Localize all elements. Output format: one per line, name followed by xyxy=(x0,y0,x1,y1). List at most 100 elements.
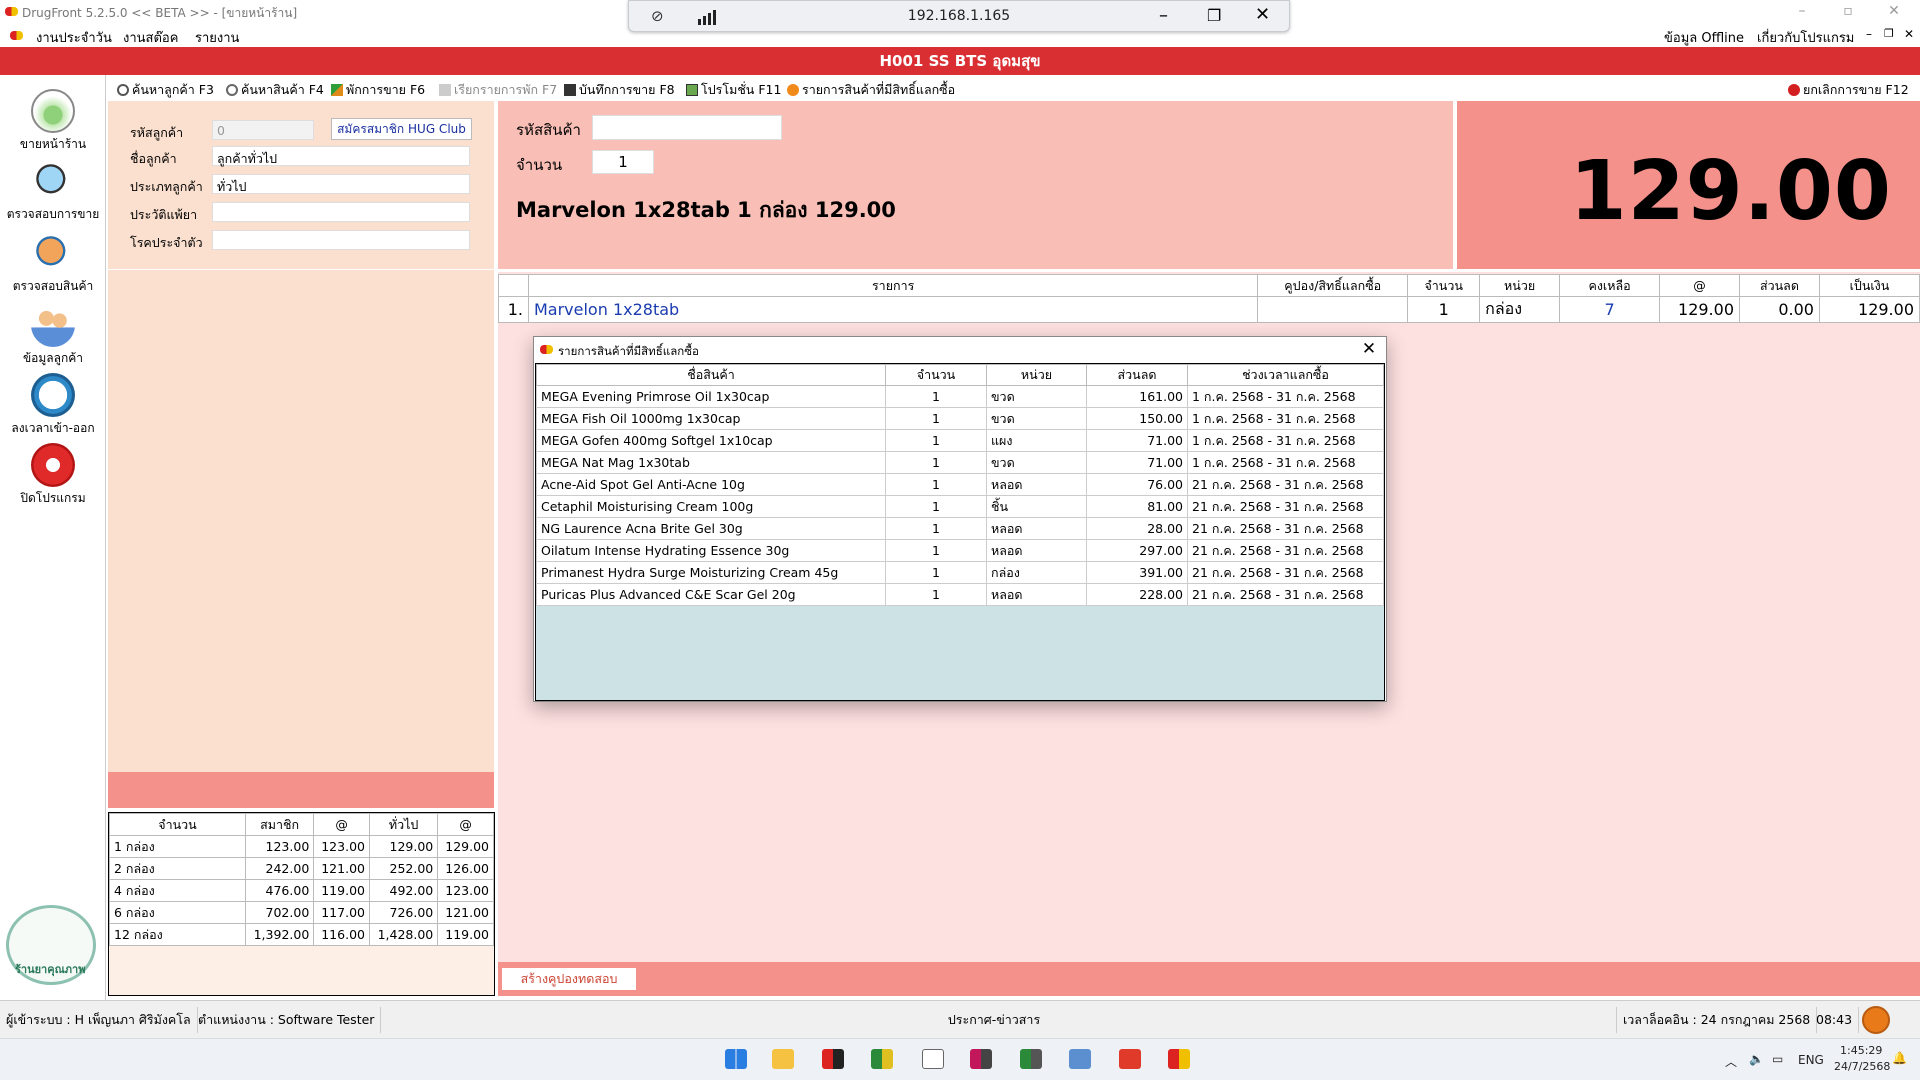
file-explorer-icon[interactable] xyxy=(772,1049,794,1069)
start-icon[interactable] xyxy=(725,1049,747,1069)
price-tier-table: จำนวน สมาชิก @ ทั่วไป @ 1 กล่อง 123.00 123… xyxy=(108,812,495,996)
redeemable-items-dialog: รายการสินค้าที่มีสิทธิ์แลกซื้อ ✕ ชื่อสิน… xyxy=(533,336,1387,702)
sale-col-amount: เป็นเงิน xyxy=(1818,274,1920,297)
table-row[interactable]: 6 กล่อง 702.00 117.00 726.00 121.00 xyxy=(109,901,494,924)
sidebar-item-exit[interactable]: ปิดโปรแกรม xyxy=(0,443,106,508)
customer-type-field[interactable]: ทั่วไป xyxy=(212,174,470,194)
save-icon xyxy=(564,84,576,96)
promotion-button[interactable]: โปรโมชั่น F11 xyxy=(686,80,781,100)
table-row[interactable]: MEGA Evening Primrose Oil 1x30cap 1 ขวด 161… xyxy=(536,385,1384,408)
chronic-disease-field[interactable] xyxy=(212,230,470,250)
customer-name-field[interactable]: ลูกค้าทั่วไป xyxy=(212,146,470,166)
menu-about[interactable]: เกี่ยวกับโปรแกรม xyxy=(1757,27,1854,48)
app-shortcut-icon[interactable] xyxy=(822,1049,844,1069)
sidebar-item-pos[interactable]: ขายหน้าร้าน xyxy=(0,89,106,154)
window-close-button[interactable]: ✕ xyxy=(1872,0,1916,24)
table-row[interactable]: 1. Marvelon 1x28tab 1 กล่อง 7 129.00 0.0… xyxy=(498,296,1920,323)
app-shortcut-icon[interactable] xyxy=(1020,1049,1042,1069)
sale-col-remaining: คงเหลือ xyxy=(1559,274,1661,297)
redeem-col-unit: หน่วย xyxy=(986,364,1087,386)
save-sale-button[interactable]: บันทึกการขาย F8 xyxy=(564,80,675,100)
status-user: ผู้เข้าระบบ : H เพ็ญนภา ศิริมังคโล xyxy=(0,1007,198,1033)
recall-icon xyxy=(439,84,451,96)
app-shortcut-icon[interactable] xyxy=(970,1049,992,1069)
redeem-col-period: ช่วงเวลาแลกซื้อ xyxy=(1187,364,1384,386)
quantity-input[interactable]: 1 xyxy=(592,150,654,174)
table-row[interactable]: Primanest Hydra Surge Moisturizing Cream… xyxy=(536,561,1384,584)
dialog-close-button[interactable]: ✕ xyxy=(1358,338,1380,360)
table-row[interactable]: MEGA Fish Oil 1000mg 1x30cap 1 ขวด 150.00 1 … xyxy=(536,407,1384,430)
table-row[interactable]: 2 กล่อง 242.00 121.00 252.00 126.00 xyxy=(109,857,494,880)
table-row[interactable]: NG Laurence Acna Brite Gel 30g 1 หลอด 28.00… xyxy=(536,517,1384,540)
menu-offline-data[interactable]: ข้อมูล Offline xyxy=(1664,27,1744,48)
customers-icon xyxy=(31,303,75,347)
remote-desktop-icon[interactable] xyxy=(1119,1049,1141,1069)
customer-code-label: รหัสลูกค้า xyxy=(130,125,184,140)
menu-app-icon xyxy=(10,31,23,40)
table-row[interactable]: 12 กล่อง 1,392.00 116.00 1,428.00 119.00 xyxy=(109,923,494,946)
language-indicator[interactable]: ENG xyxy=(1798,1053,1824,1067)
mdi-restore-button[interactable]: ❐ xyxy=(1884,27,1894,40)
tax-icon[interactable] xyxy=(1862,1006,1890,1034)
table-row[interactable]: Puricas Plus Advanced C&E Scar Gel 20g 1 ห… xyxy=(536,583,1384,606)
volume-icon[interactable]: 🔈 xyxy=(1749,1052,1764,1066)
table-row[interactable]: Oilatum Intense Hydrating Essence 30g 1 หล… xyxy=(536,539,1384,562)
menu-stock[interactable]: งานสต๊อค xyxy=(123,27,178,48)
drug-allergy-label: ประวัติแพ้ยา xyxy=(130,207,198,222)
mdi-close-button[interactable]: ✕ xyxy=(1904,27,1914,41)
cancel-icon xyxy=(1788,84,1800,96)
taskbar-time[interactable]: 1:45:29 xyxy=(1840,1044,1882,1057)
brand-logo-text: ร้านยาคุณภาพ xyxy=(15,963,86,976)
table-row[interactable]: MEGA Nat Mag 1x30tab 1 ขวด 71.00 1 ก.ค. 2568… xyxy=(536,451,1384,474)
recall-held-button[interactable]: เรียกรายการพัก F7 xyxy=(439,80,557,100)
sidebar-item-time-clock[interactable]: ลงเวลาเข้า-ออก xyxy=(0,373,106,438)
register-member-button[interactable]: สมัครสมาชิก HUG Club xyxy=(331,118,472,140)
tray-chevron-icon[interactable]: ︿ xyxy=(1725,1053,1737,1070)
table-row[interactable]: 1 กล่อง 123.00 123.00 129.00 129.00 xyxy=(109,835,494,858)
table-row[interactable]: Acne-Aid Spot Gel Anti-Acne 10g 1 หลอด 76.0… xyxy=(536,473,1384,496)
price-col-general: ทั่วไป xyxy=(368,813,439,836)
create-test-coupon-button[interactable]: สร้างคูปองทดสอบ xyxy=(502,968,636,990)
redeemable-items-button[interactable]: รายการสินค้าที่มีสิทธิ์แลกซื้อ xyxy=(787,80,955,100)
drug-allergy-field[interactable] xyxy=(212,202,470,222)
notification-bell-icon[interactable]: 🔔 xyxy=(1892,1051,1907,1065)
customer-code-field[interactable]: 0 xyxy=(212,120,314,140)
sidebar-item-customers[interactable]: ข้อมูลลูกค้า xyxy=(0,303,106,368)
remote-restore-button[interactable]: ❐ xyxy=(1207,6,1221,25)
price-col-member-each: @ xyxy=(313,813,370,836)
hold-sale-button[interactable]: พักการขาย F6 xyxy=(331,80,425,100)
remote-close-button[interactable]: ✕ xyxy=(1255,4,1270,25)
menu-report[interactable]: รายงาน xyxy=(195,27,239,48)
dialog-app-icon xyxy=(540,345,553,354)
taskbar-date[interactable]: 24/7/2568 xyxy=(1834,1060,1890,1073)
current-product-line: Marvelon 1x28tab 1 กล่อง 129.00 xyxy=(516,198,896,222)
status-bar: ผู้เข้าระบบ : H เพ็ญนภา ศิริมังคโล ตำแหน… xyxy=(0,1000,1920,1038)
remote-ip-address: 192.168.1.165 xyxy=(907,8,1011,24)
window-restore-button[interactable]: ▫ xyxy=(1826,0,1870,24)
mdi-minimize-button[interactable]: – xyxy=(1866,27,1872,41)
sale-col-unit: หน่วย xyxy=(1479,274,1561,297)
document-icon[interactable] xyxy=(922,1049,944,1069)
network-icon[interactable]: ▭ xyxy=(1772,1052,1783,1066)
menu-daily-work[interactable]: งานประจำวัน xyxy=(36,27,112,48)
performance-monitor-icon[interactable] xyxy=(1069,1049,1091,1069)
toolbar: ค้นหาลูกค้า F3 ค้นหาสินค้า F4 พักการขาย … xyxy=(107,77,1920,99)
table-row[interactable]: Cetaphil Moisturising Cream 100g 1 ชิ้น 81.… xyxy=(536,495,1384,518)
table-row[interactable]: 4 กล่อง 476.00 119.00 492.00 123.00 xyxy=(109,879,494,902)
remote-connection-bar: ⊘ 192.168.1.165 – ❐ ✕ xyxy=(628,0,1290,32)
app-shortcut-icon[interactable] xyxy=(871,1049,893,1069)
product-code-input[interactable] xyxy=(592,115,782,140)
find-customer-button[interactable]: ค้นหาลูกค้า F3 xyxy=(117,80,214,100)
sidebar-item-product-check[interactable]: ตรวจสอบสินค้า xyxy=(0,231,106,296)
product-code-label: รหัสสินค้า xyxy=(516,121,581,139)
window-title: DrugFront 5.2.5.0 << BETA >> - [ขายหน้าร… xyxy=(22,6,298,20)
window-minimize-button[interactable]: – xyxy=(1780,0,1824,24)
sidebar-item-sales-check[interactable]: ตรวจสอบการขาย xyxy=(0,159,106,224)
cancel-sale-button[interactable]: ยกเลิกการขาย F12 xyxy=(1788,80,1909,100)
find-product-button[interactable]: ค้นหาสินค้า F4 xyxy=(226,80,324,100)
table-row[interactable]: MEGA Gofen 400mg Softgel 1x10cap 1 แผง 71.0… xyxy=(536,429,1384,452)
product-entry-panel: รหัสสินค้า จำนวน 1 Marvelon 1x28tab 1 กล… xyxy=(498,101,1453,269)
remote-minimize-button[interactable]: – xyxy=(1159,5,1168,26)
sale-col-index xyxy=(498,274,529,297)
drugfront-taskbar-icon[interactable] xyxy=(1168,1049,1190,1069)
